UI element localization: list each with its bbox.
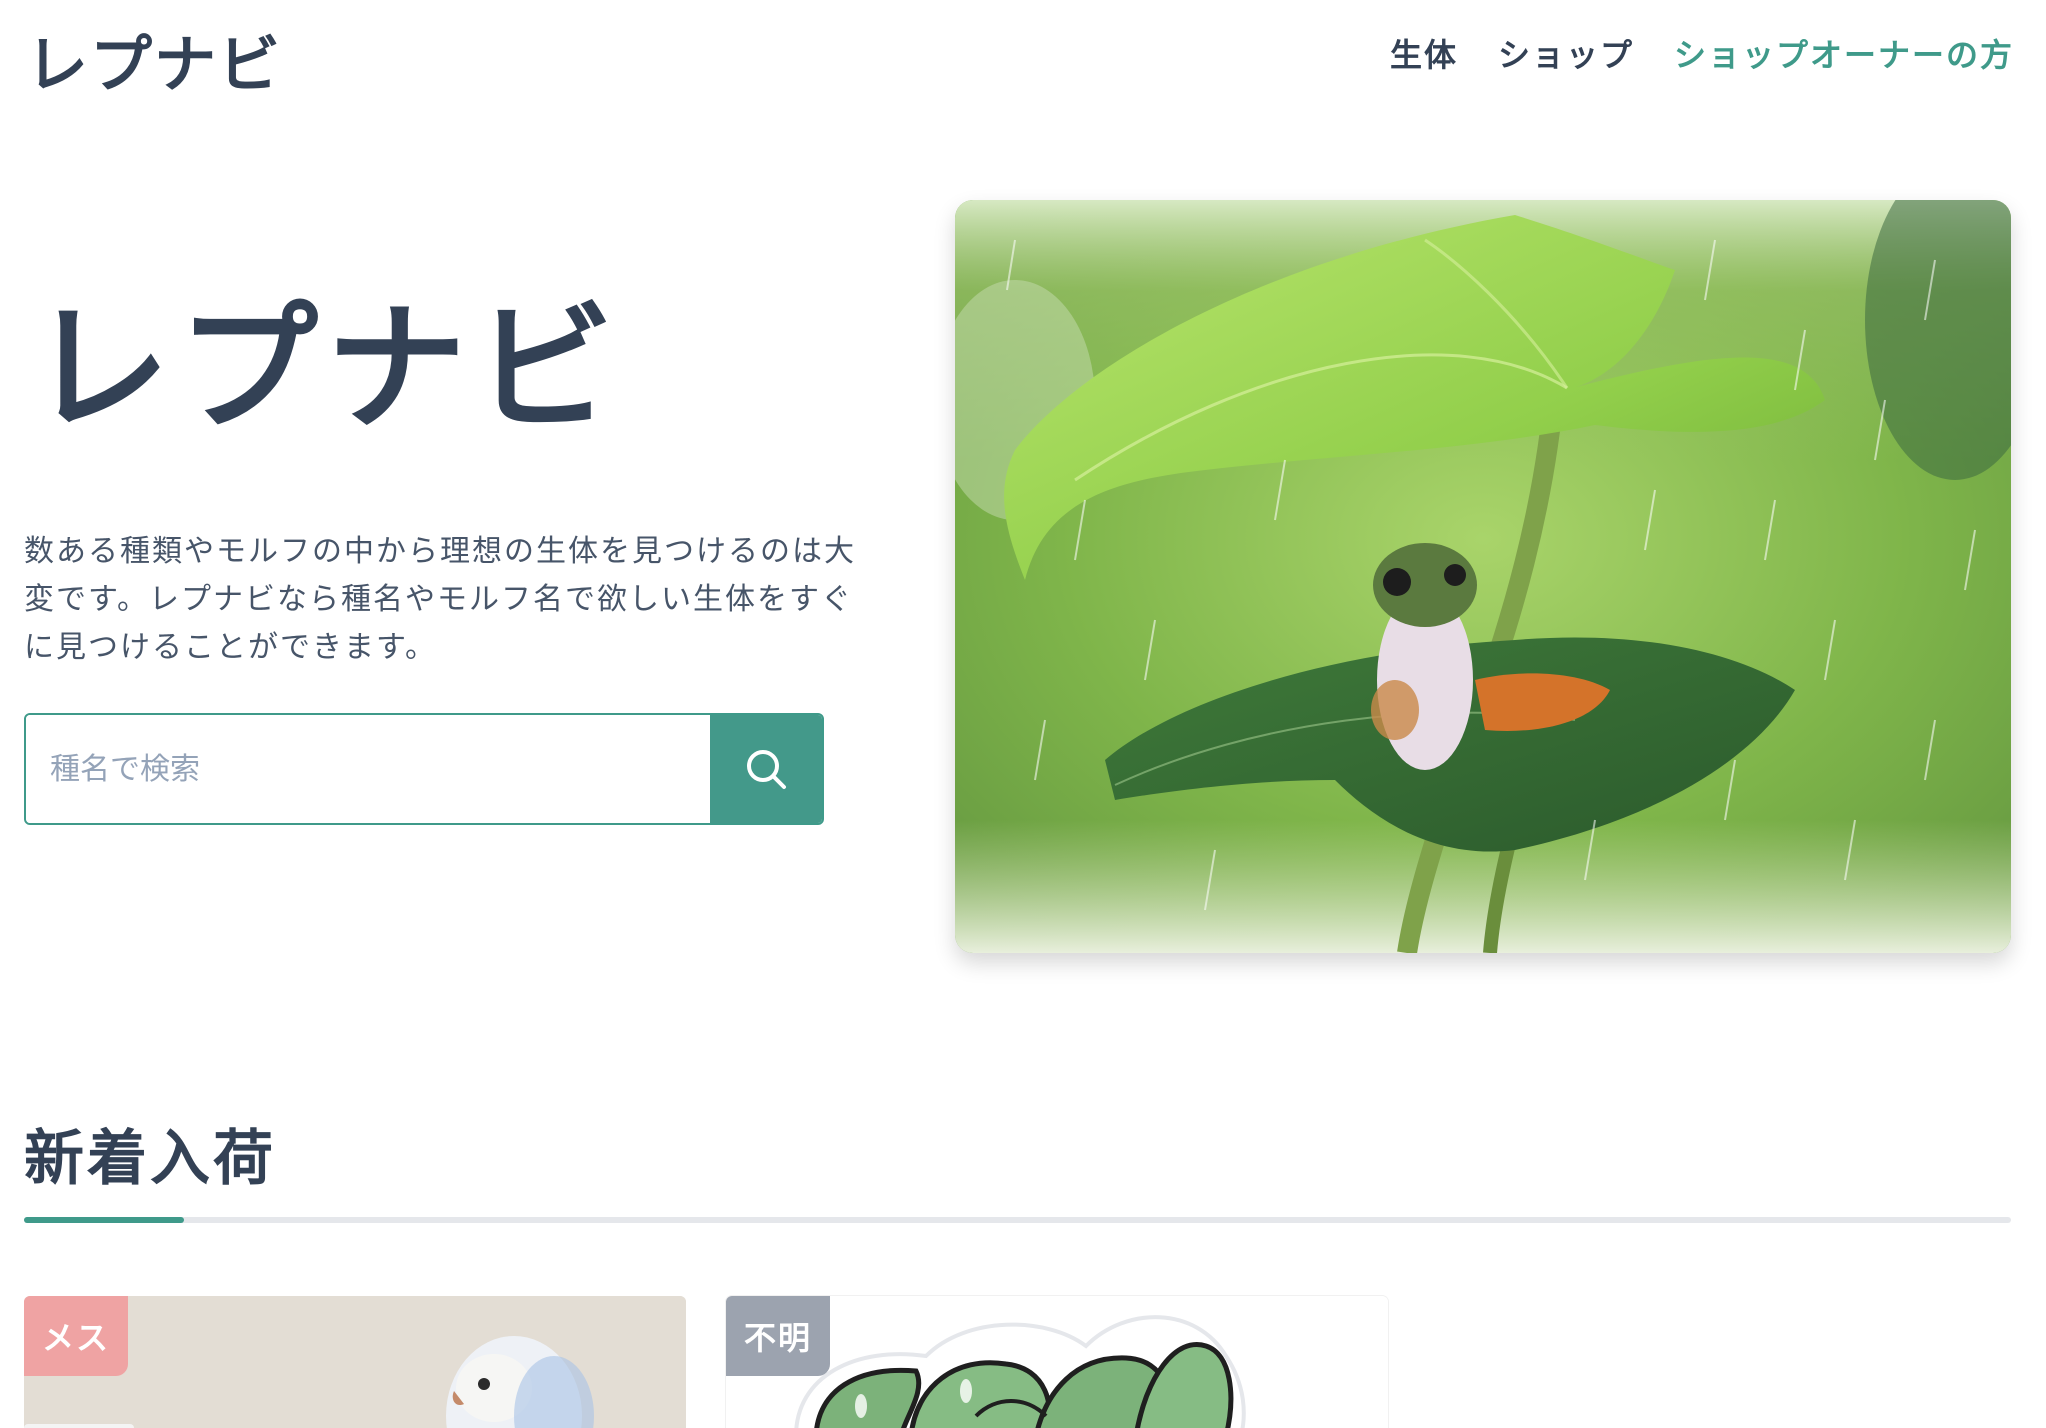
product-card[interactable]: 不明 (726, 1296, 1388, 1428)
nav-link-shops[interactable]: ショップ (1498, 30, 1634, 76)
nav-link-creatures[interactable]: 生体 (1390, 30, 1458, 76)
section-divider (24, 1217, 2011, 1223)
search-input[interactable] (26, 715, 710, 823)
section-divider-accent (24, 1217, 184, 1223)
search-bar (24, 713, 824, 825)
hero-description: 数ある種類やモルフの中から理想の生体を見つけるのは大変です。レプナビなら種名やモ… (24, 534, 856, 665)
product-card[interactable]: メス (24, 1296, 686, 1428)
search-icon (747, 750, 786, 789)
sex-badge: 不明 (726, 1296, 831, 1376)
hero-image (955, 200, 2011, 953)
frog-leaf-photo (955, 200, 2011, 953)
section-title-new-arrivals: 新着入荷 (24, 1124, 276, 1194)
sex-badge: メス (24, 1296, 129, 1376)
site-logo[interactable]: レプナビ (26, 14, 282, 104)
nav-link-shop-owners[interactable]: ショップオーナーの方 (1674, 30, 2014, 76)
site-header: レプナビ 生体 ショップ ショップオーナーの方 (0, 0, 2046, 110)
main-nav: 生体 ショップ ショップオーナーの方 (1390, 30, 2014, 76)
hero-title: レプナビ (30, 288, 623, 451)
search-button[interactable] (710, 715, 822, 823)
